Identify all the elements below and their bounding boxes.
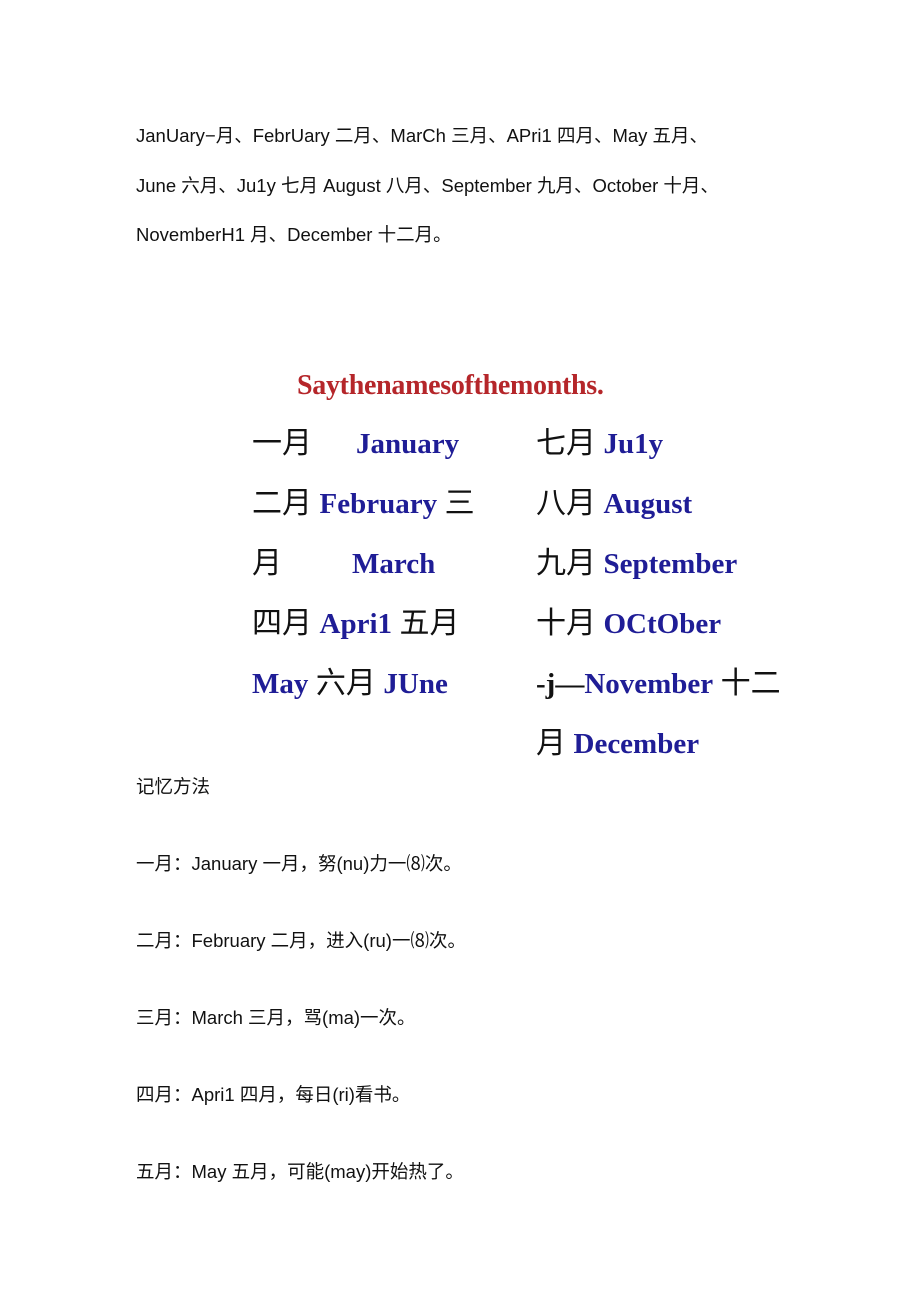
intro-line-3: NovemberH1 月、December 十二月。: [136, 224, 452, 245]
month-row-may-june: May 六月 JUne: [252, 664, 448, 704]
intro-line-2: June 六月、Ju1y 七月 August 八月、September 九月、O…: [136, 175, 719, 196]
chinese-month: 九月: [536, 546, 596, 581]
english-month: Ju1y: [603, 428, 664, 460]
memory-item: 四月：Apri1 四月，每日(ri)看书。: [136, 1084, 411, 1105]
chinese-month: 五月: [399, 606, 460, 641]
chinese-month: 二月: [252, 486, 312, 521]
section-title: Saythenamesofthemonths.: [297, 370, 604, 401]
chinese-month-fragment: 月: [252, 546, 282, 581]
month-row-october: 十月 OCtOber: [536, 604, 721, 644]
month-row-march: 月 March: [252, 544, 435, 584]
chinese-month-fragment: 十二: [720, 666, 781, 701]
memory-item: 一月：January 一月，努(nu)力一⑻次。: [136, 853, 462, 874]
chinese-month: 八月: [536, 486, 596, 521]
chinese-month: 一月: [252, 426, 312, 461]
english-month: November: [584, 668, 714, 700]
chinese-month: 十月: [536, 606, 596, 641]
month-row-november: -j—November 十二: [536, 664, 781, 704]
month-row-september: 九月 September: [536, 544, 737, 584]
english-month: March: [352, 548, 436, 580]
english-month: Apri1: [319, 608, 393, 640]
english-month: September: [603, 548, 738, 580]
month-row-april: 四月 Apri1 五月: [252, 604, 460, 644]
english-month: January: [356, 428, 460, 460]
english-month: May: [252, 668, 309, 700]
intro-line-1: JanUary−月、FebrUary 二月、MarCh 三月、APri1 四月、…: [136, 125, 709, 146]
month-row-december: 月 December: [536, 724, 699, 764]
garbled-prefix: -j—: [536, 668, 585, 700]
chinese-month: 七月: [536, 426, 596, 461]
month-row-january: 一月 January: [252, 424, 459, 464]
memory-item: 五月：May 五月，可能(may)开始热了。: [136, 1161, 464, 1182]
english-month: February: [319, 488, 438, 520]
memory-item: 二月：February 二月，进入(ru)一⑻次。: [136, 930, 466, 951]
month-row-july: 七月 Ju1y: [536, 424, 663, 464]
chinese-month-fragment: 三: [444, 486, 475, 521]
chinese-month-fragment: 月: [536, 726, 566, 761]
memory-heading: 记忆方法: [136, 776, 211, 797]
memory-item: 三月：March 三月，骂(ma)一次。: [136, 1007, 416, 1028]
month-row-august: 八月 August: [536, 484, 692, 524]
english-month: OCtOber: [603, 608, 722, 640]
english-month: JUne: [383, 668, 448, 700]
english-month: December: [573, 728, 700, 760]
chinese-month: 四月: [252, 606, 312, 641]
english-month: August: [603, 488, 693, 520]
month-row-february: 二月 February 三: [252, 484, 475, 524]
chinese-month: 六月: [315, 666, 376, 701]
